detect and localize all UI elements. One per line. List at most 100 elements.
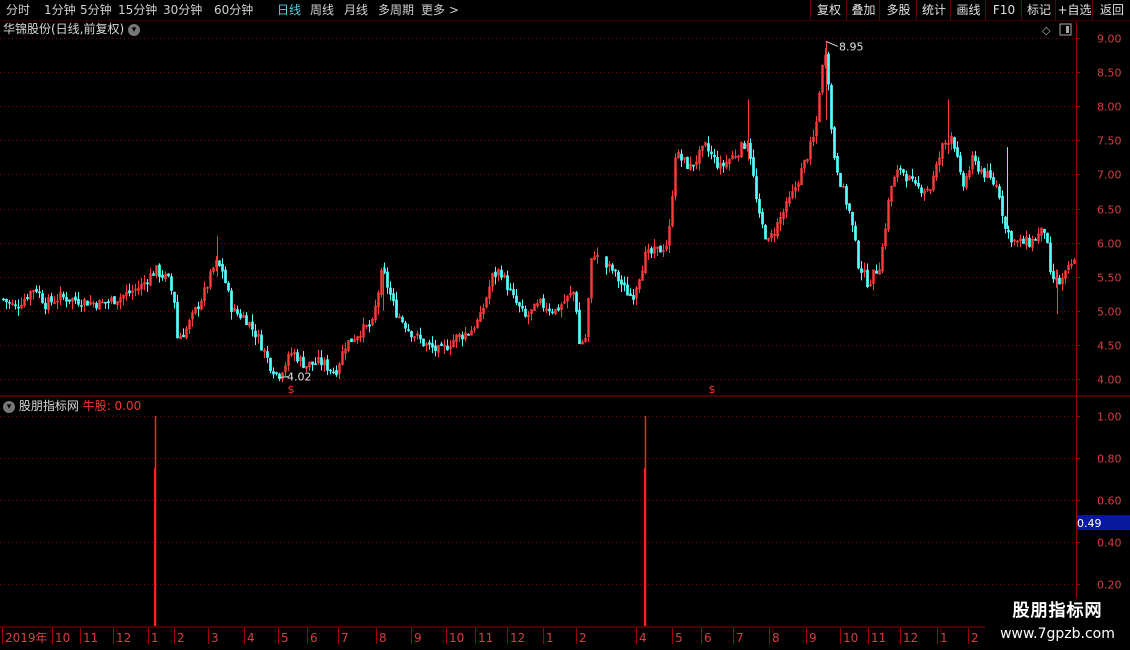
candle-body [1034,239,1037,241]
candle-body [833,127,836,158]
candle-body [26,297,29,300]
chevron-down-icon[interactable]: ▾ [128,23,141,36]
candle-body [716,156,719,168]
candle-body [974,155,977,162]
x-axis-label-4: 1 [151,631,159,645]
candle-body [461,334,464,340]
x-axis-label-13: 10 [449,631,464,645]
watermark-url: www.7gpzb.com [1000,626,1115,642]
candle-body [1007,229,1010,233]
candle-body [68,299,71,302]
candle-body [1049,242,1052,273]
cursor-value-label: 0.49 [1077,517,1102,530]
candle-body [845,186,848,205]
candle-body [5,298,8,303]
candle-body [350,338,353,343]
chart-area[interactable]: 9.00 8.50 8.00 7.50 7.00 6.50 6.00 5.50 5.00 4.50… [0,0,1130,650]
candle-body [50,296,53,303]
candle-body [854,225,857,241]
candle-body [548,308,551,312]
candle-body [839,172,842,187]
x-axis-label-11: 8 [379,631,387,645]
candle-body [428,342,431,345]
signal-marker-0: $ [288,383,295,396]
candle-body [500,269,503,278]
candle-body [239,313,242,319]
x-axis-label-1: 10 [55,631,70,645]
candle-body [104,301,107,304]
candle-body [650,248,653,254]
candle-body [218,260,221,267]
candle-body [431,343,434,348]
candle-body [329,369,332,372]
candle-body [395,299,398,318]
candle-body [551,311,554,314]
candle-body [911,176,914,180]
candle-body [983,168,986,178]
candle-body [692,164,695,167]
candle-body [848,203,851,212]
chevron-down-icon[interactable]: ▾ [3,400,15,413]
candle-body [989,170,992,178]
candle-body [860,268,863,273]
candle-body [2,298,5,301]
x-axis-label-2: 11 [83,631,98,645]
candle-body [956,147,959,157]
indicator-panel-title[interactable]: ▾ 股朋指标网 牛股: 0.00 [3,398,141,414]
candle-body [302,356,305,368]
x-axis-label-26: 12 [903,631,918,645]
x-axis-label-28: 2 [971,631,979,645]
candle-body [1058,277,1061,285]
candle-body [875,270,878,274]
candle-body [614,269,617,272]
candle-body [266,351,269,358]
candle-body [749,142,752,159]
candle-body [623,282,626,286]
candle-body [269,358,272,372]
candle-body [332,371,335,374]
price-tick-label: 9.00 [1097,33,1122,46]
candle-body [992,177,995,185]
candle-body [113,296,116,305]
diamond-icon: ◇ [1042,24,1051,37]
candle-body [35,288,38,292]
price-tick-label: 8.00 [1097,101,1122,114]
indicator-name: 股朋指标网 [18,399,79,413]
indicator-tick-label: 0.20 [1097,579,1122,592]
candle-body [518,302,521,307]
candle-body [8,301,11,304]
candle-body [170,276,173,291]
candle-body [830,85,833,130]
stock-title: 华锦股份(日线,前复权) [3,22,125,36]
candle-body [851,211,854,226]
x-axis-label-18: 4 [639,631,647,645]
candle-body [977,160,980,172]
low-marker-label: 4.02 [287,371,312,384]
candle-body [368,324,371,327]
candle-body [617,271,620,282]
candle-body [905,173,908,182]
candle-body [224,269,227,284]
candle-body [1001,195,1004,216]
candle-body [440,343,443,346]
candle-body [389,287,392,295]
candle-body [182,334,185,338]
candle-body [230,290,233,312]
indicator-series-value: 0.00 [114,399,142,413]
candle-body [743,143,746,150]
candle-body [314,363,317,366]
indicator-tick-label: 1.00 [1097,411,1122,424]
x-axis-label-6: 3 [211,631,219,645]
price-tick-label: 7.00 [1097,169,1122,182]
candle-body [917,182,920,187]
candle-body [407,329,410,331]
candle-body [686,157,689,169]
candle-body [494,271,497,277]
candle-body [41,293,44,304]
panel-toggle-icon-inner [1066,26,1069,33]
candle-body [902,169,905,173]
candle-body [410,331,413,338]
price-panel-title[interactable]: 华锦股份(日线,前复权) ▾ [3,21,141,37]
candle-body [605,256,608,268]
price-tick-label: 8.50 [1097,67,1122,80]
